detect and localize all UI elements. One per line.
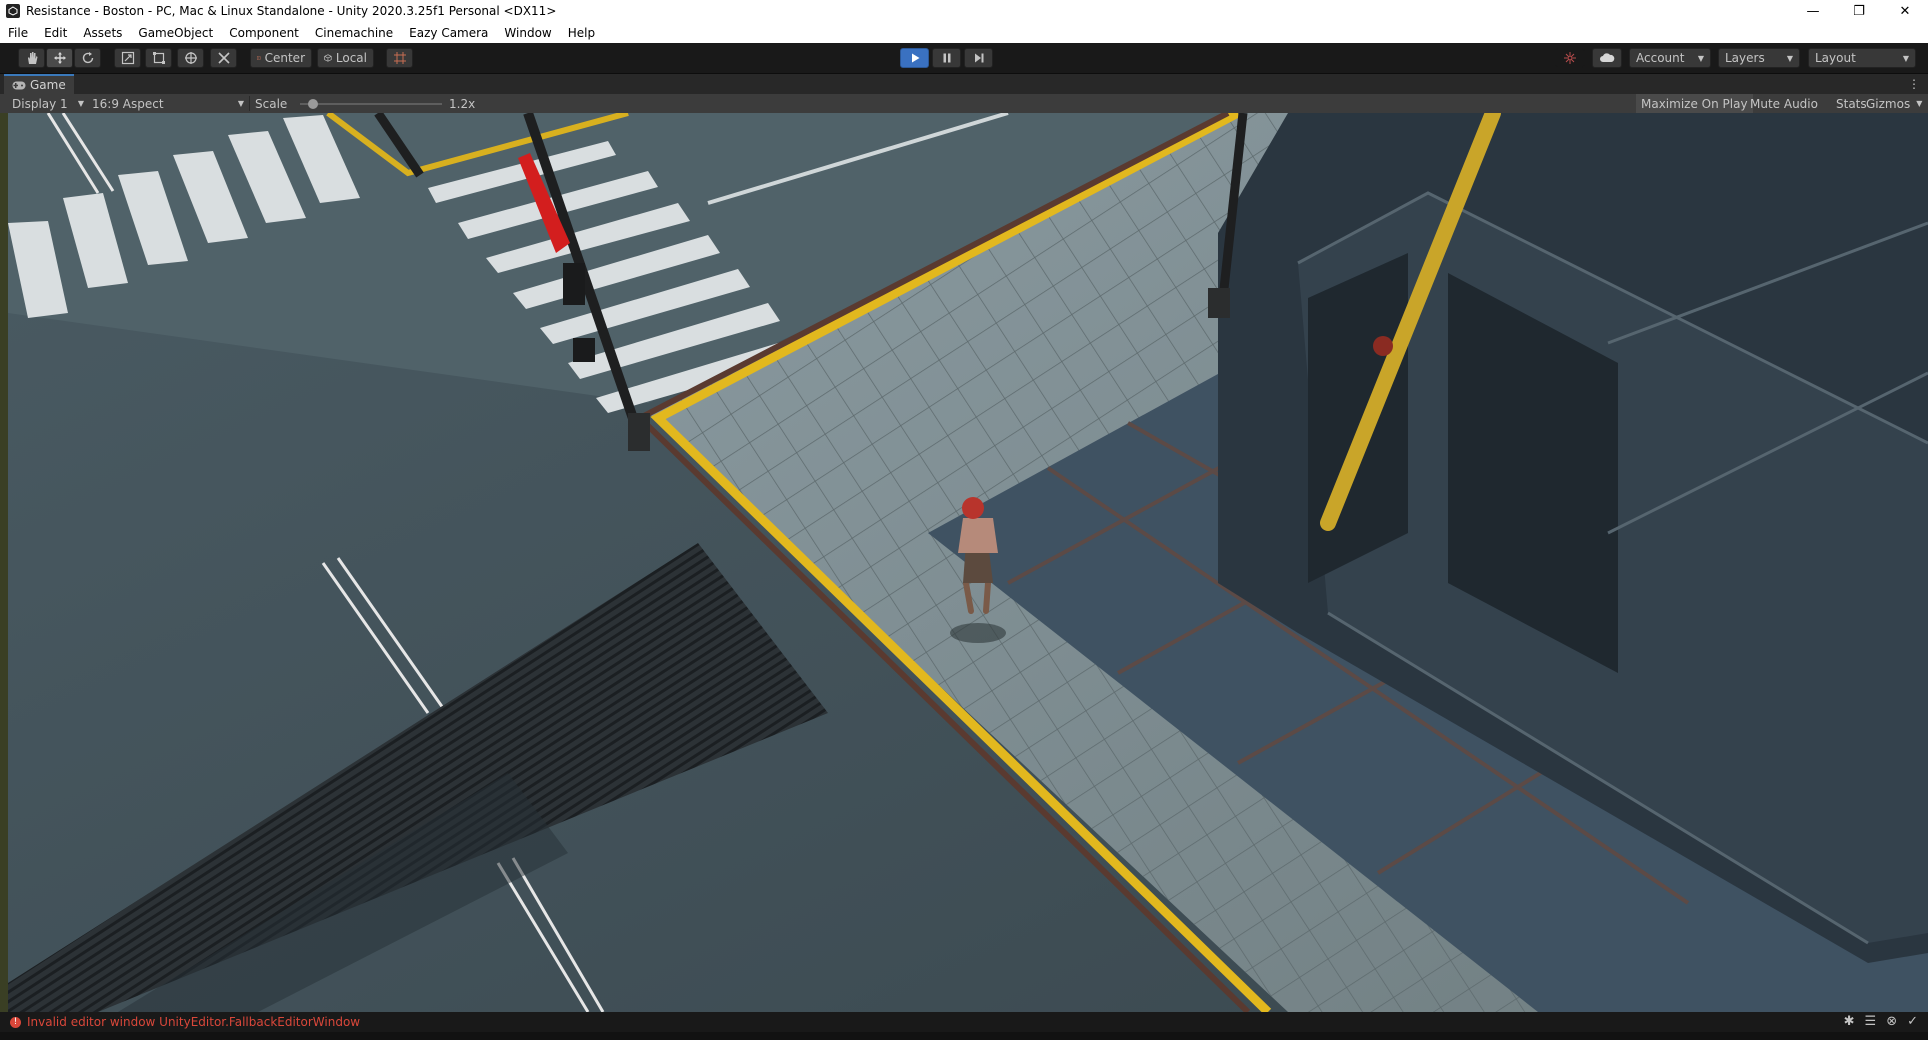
game-scene-render [8, 113, 1928, 1012]
display-dropdown[interactable]: Display 1 ▼ [12, 97, 84, 111]
account-dropdown[interactable]: Account ▼ [1629, 48, 1711, 68]
progress-icon[interactable]: ☰ [1865, 1014, 1877, 1029]
unity-logo-icon [6, 4, 20, 18]
chevron-down-icon: ▼ [1902, 53, 1909, 63]
rect-tool-button[interactable] [145, 48, 172, 68]
chevron-down-icon: ▼ [77, 99, 84, 108]
rotate-icon [82, 52, 93, 64]
pivot-rotation-toggle[interactable]: Local [317, 48, 374, 68]
rotate-tool-button[interactable] [74, 48, 101, 68]
traffic-pole-foot [628, 413, 650, 451]
separator [249, 96, 250, 111]
restore-button[interactable]: ❐ [1836, 0, 1882, 22]
maximize-on-play-toggle[interactable]: Maximize On Play [1636, 94, 1753, 113]
error-icon: ! [10, 1016, 21, 1028]
menu-bar: File Edit Assets GameObject Component Ci… [0, 22, 1928, 43]
mute-audio-toggle[interactable]: Mute Audio [1746, 94, 1822, 113]
game-view-controls: Display 1 ▼ 16:9 Aspect ▼ Scale 1.2x Max… [0, 94, 1928, 113]
layers-label: Layers [1725, 51, 1765, 65]
tab-game[interactable]: Game [4, 74, 74, 94]
menu-edit[interactable]: Edit [36, 26, 75, 40]
chevron-down-icon: ▼ [1697, 53, 1704, 63]
scale-value: 1.2x [449, 96, 476, 111]
pivot-center-icon [257, 56, 261, 60]
traffic-pole-right-foot [1208, 288, 1230, 318]
aspect-label: 16:9 Aspect [92, 96, 164, 111]
chevron-down-icon: ▼ [1916, 99, 1923, 108]
rect-icon [152, 52, 165, 64]
custom-tool-icon [217, 52, 230, 64]
pivot-mode-toggle[interactable]: Center [250, 48, 312, 68]
status-bar: ! Invalid editor window UnityEditor.Fall… [0, 1012, 1928, 1032]
pause-button[interactable] [932, 48, 961, 68]
play-icon [911, 53, 919, 63]
gizmos-label: Gizmos [1866, 96, 1911, 111]
signal-box [563, 263, 585, 305]
play-button[interactable] [900, 48, 929, 68]
game-tab-bar: Game ⋮ [0, 74, 1928, 94]
menu-gameobject[interactable]: GameObject [130, 26, 221, 40]
auto-generate-icon[interactable]: ⊗ [1886, 1014, 1897, 1029]
window-title: Resistance - Boston - PC, Mac & Linux St… [26, 4, 557, 18]
bottom-strip [0, 1032, 1928, 1040]
scale-slider-handle[interactable] [308, 99, 318, 109]
hand-icon [27, 52, 37, 64]
display-label: Display 1 [12, 96, 68, 111]
move-tool-button[interactable] [46, 48, 73, 68]
main-toolbar: Center Local Account ▼ Layers ▼ Layout ▼ [0, 43, 1928, 74]
menu-cinemachine[interactable]: Cinemachine [307, 26, 401, 40]
bug-icon[interactable]: ✱ [1844, 1014, 1855, 1029]
gamepad-icon [12, 81, 26, 89]
pipe-valve [1373, 336, 1393, 356]
gizmos-dropdown[interactable]: Gizmos ▼ [1862, 94, 1926, 113]
grid-snap-icon [393, 52, 406, 64]
title-bar: Resistance - Boston - PC, Mac & Linux St… [0, 0, 1928, 22]
layers-dropdown[interactable]: Layers ▼ [1718, 48, 1800, 68]
editor-edge [0, 113, 8, 1012]
account-label: Account [1636, 51, 1685, 65]
menu-window[interactable]: Window [496, 26, 559, 40]
status-message[interactable]: Invalid editor window UnityEditor.Fallba… [27, 1015, 360, 1029]
layout-label: Layout [1815, 51, 1856, 65]
custom-tool-button[interactable] [210, 48, 237, 68]
menu-component[interactable]: Component [221, 26, 307, 40]
pivot-mode-label: Center [264, 51, 305, 65]
move-icon [53, 52, 66, 64]
chevron-down-icon: ▼ [1786, 53, 1793, 63]
scale-label: Scale [255, 96, 288, 111]
menu-assets[interactable]: Assets [75, 26, 130, 40]
mute-audio-label: Mute Audio [1750, 96, 1818, 111]
check-icon[interactable]: ✓ [1907, 1014, 1918, 1029]
scale-icon [121, 51, 134, 65]
menu-eazy-camera[interactable]: Eazy Camera [401, 26, 496, 40]
hand-tool-button[interactable] [18, 48, 45, 68]
collab-icon [1564, 52, 1576, 64]
close-button[interactable]: ✕ [1882, 0, 1928, 22]
maximize-on-play-label: Maximize On Play [1641, 96, 1748, 111]
step-button[interactable] [964, 48, 993, 68]
signal-box-2 [573, 338, 595, 362]
collab-button[interactable] [1555, 48, 1585, 68]
scale-tool-button[interactable] [114, 48, 141, 68]
aspect-dropdown[interactable]: 16:9 Aspect ▼ [92, 97, 244, 111]
pause-icon [943, 53, 950, 63]
cloud-button[interactable] [1592, 48, 1622, 68]
chevron-down-icon: ▼ [237, 99, 244, 108]
scale-slider[interactable] [300, 99, 442, 109]
transform-icon [184, 52, 197, 64]
menu-help[interactable]: Help [560, 26, 603, 40]
menu-file[interactable]: File [0, 26, 36, 40]
cloud-icon [1600, 53, 1615, 62]
game-viewport[interactable] [8, 113, 1928, 1012]
tab-menu-icon[interactable]: ⋮ [1908, 77, 1920, 91]
transform-tool-button[interactable] [177, 48, 204, 68]
step-icon [974, 53, 983, 63]
layout-dropdown[interactable]: Layout ▼ [1808, 48, 1916, 68]
minimize-button[interactable]: — [1790, 0, 1836, 22]
grid-snap-button[interactable] [386, 48, 413, 68]
pivot-rotation-label: Local [335, 51, 367, 65]
tab-game-label: Game [30, 78, 66, 92]
local-cube-icon [324, 54, 332, 62]
